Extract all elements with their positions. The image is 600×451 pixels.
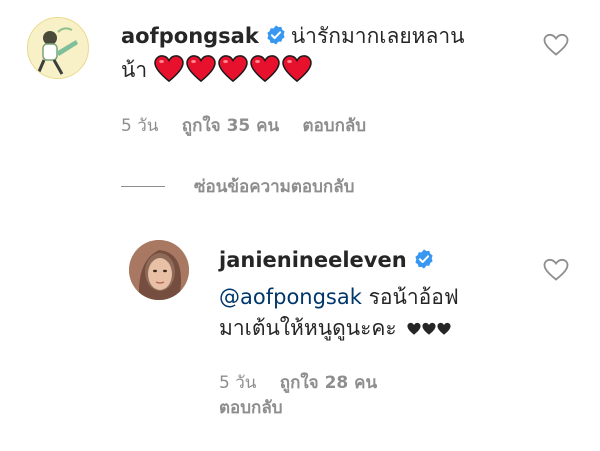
replies-divider — [121, 186, 165, 187]
comment1-text-line1: น่ารักมากเลยหลาน — [290, 24, 465, 48]
comment2-line1: @aofpongsak รอน้าอ้อฟ — [219, 282, 459, 312]
comment2-text-line2: มาเต้นให้หนูดูนะคะ — [219, 316, 397, 340]
comment1-username[interactable]: aofpongsak — [121, 24, 259, 48]
comment2-line2: มาเต้นให้หนูดูนะคะ — [219, 313, 452, 343]
red-heart-icon — [250, 55, 280, 83]
comment1-likes[interactable]: ถูกใจ 35 คน — [182, 116, 279, 136]
comment1-meta: 5 วัน ถูกใจ 35 คน ตอบกลับ — [121, 114, 366, 138]
avatar-photo — [129, 240, 189, 300]
like-heart-icon[interactable] — [543, 33, 569, 57]
red-heart-icon — [218, 55, 248, 83]
like-heart-icon[interactable] — [543, 258, 569, 282]
comment1-time[interactable]: 5 วัน — [121, 116, 158, 136]
black-heart-icon — [422, 322, 436, 335]
comment1-reply-button[interactable]: ตอบกลับ — [303, 116, 367, 136]
comment2-username[interactable]: janienineeleven — [219, 248, 407, 272]
comment2-time[interactable]: 5 วัน — [219, 373, 256, 393]
red-hearts-emoji — [154, 55, 314, 91]
comment1-line2: น้า — [121, 55, 314, 91]
comment1-line1: aofpongsak น่ารักมากเลยหลาน — [121, 21, 465, 51]
comment2-reply-row: ตอบกลับ — [219, 396, 283, 420]
verified-badge-icon — [267, 25, 285, 45]
red-heart-icon — [154, 55, 184, 83]
black-hearts-emoji — [407, 316, 452, 340]
comment2-line0: janienineeleven — [219, 245, 439, 275]
verified-badge-icon — [415, 249, 433, 269]
comment2-likes[interactable]: ถูกใจ 28 คน — [280, 373, 377, 393]
black-heart-icon — [407, 322, 421, 335]
hide-replies-button[interactable]: ซ่อนข้อความตอบกลับ — [194, 175, 354, 199]
comment1-text-line2: น้า — [121, 58, 148, 82]
red-heart-icon — [186, 55, 216, 83]
black-heart-icon — [437, 322, 451, 335]
avatar-aofpongsak[interactable] — [27, 17, 89, 79]
comment2-meta: 5 วัน ถูกใจ 28 คน — [219, 371, 377, 395]
comment2-mention-link[interactable]: @aofpongsak — [219, 285, 362, 309]
avatar-janienineeleven[interactable] — [129, 240, 189, 300]
avatar-illustration — [28, 18, 88, 78]
comment2-text-line1: รอน้าอ้อฟ — [361, 285, 459, 309]
comment2-reply-button[interactable]: ตอบกลับ — [219, 398, 283, 418]
red-heart-icon — [282, 55, 312, 83]
